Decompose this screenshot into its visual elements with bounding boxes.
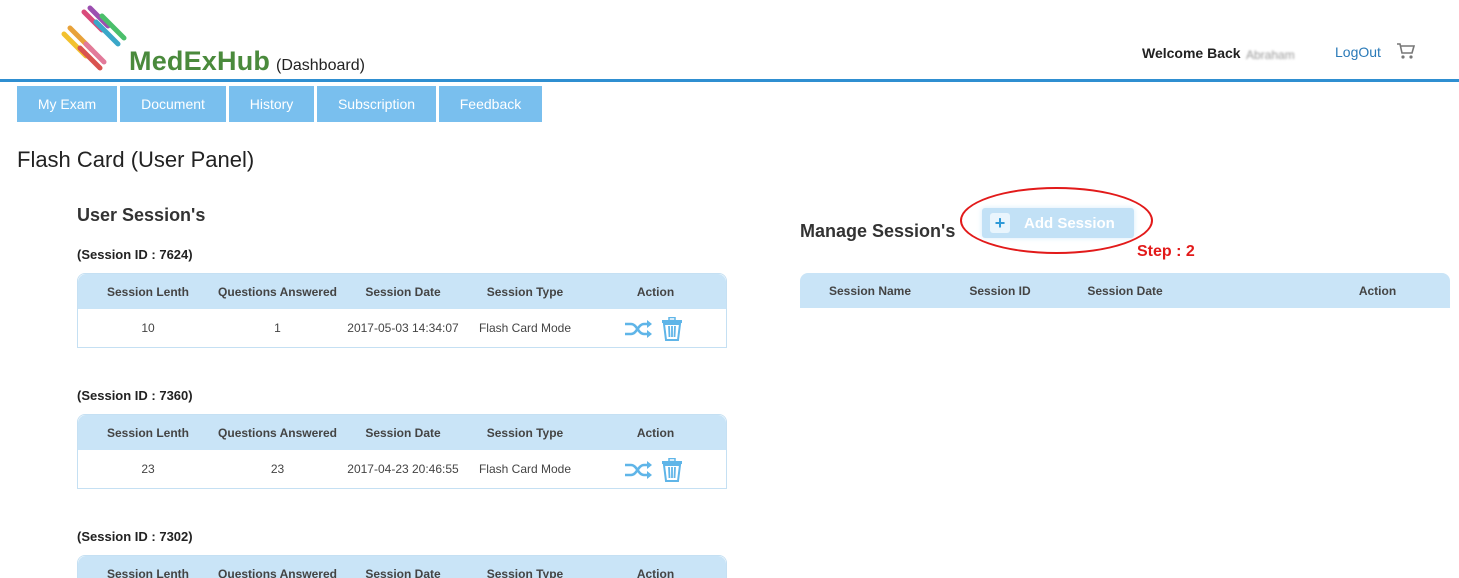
col-session-length: Session Lenth — [106, 284, 189, 299]
cell-questions-answered: 1 — [274, 321, 281, 335]
trash-icon[interactable] — [660, 317, 684, 341]
col-session-date: Session Date — [1087, 283, 1163, 298]
cell-session-type: Flash Card Mode — [478, 321, 572, 335]
col-session-date: Session Date — [365, 284, 441, 299]
logo-icon — [61, 5, 127, 71]
table-row: 23 23 2017-04-23 20:46:55 Flash Card Mod… — [78, 450, 726, 488]
tab-document[interactable]: Document — [120, 86, 226, 122]
col-session-name: Session Name — [828, 283, 912, 298]
col-session-length: Session Lenth — [106, 566, 189, 578]
col-questions-answered: Questions Answered — [218, 566, 337, 578]
table-header: Session Lenth Questions Answered Session… — [78, 556, 726, 578]
tab-my-exam[interactable]: My Exam — [17, 86, 117, 122]
col-action: Action — [636, 566, 675, 578]
col-questions-answered: Questions Answered — [218, 284, 337, 299]
cell-session-date: 2017-04-23 20:46:55 — [347, 462, 459, 476]
col-session-date: Session Date — [365, 566, 441, 578]
shuffle-icon[interactable] — [623, 458, 653, 482]
cell-session-date: 2017-05-03 14:34:07 — [347, 321, 459, 335]
logo-text: MedExHub — [129, 46, 271, 76]
session-table: Session Lenth Questions Answered Session… — [77, 555, 727, 578]
page-title: Flash Card (User Panel) — [17, 147, 255, 172]
session-id-label: (Session ID : 7302) — [77, 529, 193, 544]
table-header: Session Name Session ID Session Date Act… — [800, 273, 1450, 308]
table-header: Session Lenth Questions Answered Session… — [78, 274, 726, 309]
cell-questions-answered: 23 — [270, 462, 285, 476]
user-sessions-title: User Session's — [77, 205, 206, 225]
cell-session-type: Flash Card Mode — [478, 462, 572, 476]
col-action: Action — [636, 425, 675, 440]
session-id-label: (Session ID : 7360) — [77, 388, 193, 403]
col-session-type: Session Type — [486, 284, 564, 299]
step-label: Step : 2 — [1137, 243, 1195, 260]
shuffle-icon[interactable] — [623, 317, 653, 341]
logout-link[interactable]: LogOut — [1335, 44, 1381, 60]
cart-icon[interactable] — [1396, 42, 1416, 60]
col-session-type: Session Type — [486, 425, 564, 440]
main-nav: My Exam Document History Subscription Fe… — [17, 86, 545, 122]
header: MedExHub (Dashboard) Welcome Back Abraha… — [0, 0, 1459, 82]
welcome-text: Welcome Back — [1142, 45, 1241, 61]
trash-icon[interactable] — [660, 458, 684, 482]
header-divider — [0, 79, 1459, 82]
manage-session-table: Session Name Session ID Session Date Act… — [800, 273, 1450, 308]
username: Abraham — [1246, 48, 1295, 62]
tab-subscription[interactable]: Subscription — [317, 86, 436, 122]
col-session-id: Session ID — [969, 283, 1031, 298]
col-action: Action — [1358, 283, 1397, 298]
tab-feedback[interactable]: Feedback — [439, 86, 542, 122]
col-session-type: Session Type — [486, 566, 564, 578]
session-table: Session Lenth Questions Answered Session… — [77, 273, 727, 348]
session-id-label: (Session ID : 7624) — [77, 247, 193, 262]
table-row: 10 1 2017-05-03 14:34:07 Flash Card Mode — [78, 309, 726, 347]
col-action: Action — [636, 284, 675, 299]
annotation-ellipse — [960, 187, 1153, 254]
session-table: Session Lenth Questions Answered Session… — [77, 414, 727, 489]
tab-history[interactable]: History — [229, 86, 314, 122]
logo-subtitle: (Dashboard) — [276, 57, 365, 74]
col-session-date: Session Date — [365, 425, 441, 440]
col-session-length: Session Lenth — [106, 425, 189, 440]
manage-sessions-title: Manage Session's — [800, 221, 956, 241]
cell-session-length: 10 — [141, 321, 155, 335]
table-header: Session Lenth Questions Answered Session… — [78, 415, 726, 450]
col-questions-answered: Questions Answered — [218, 425, 337, 440]
cell-session-length: 23 — [141, 462, 155, 476]
